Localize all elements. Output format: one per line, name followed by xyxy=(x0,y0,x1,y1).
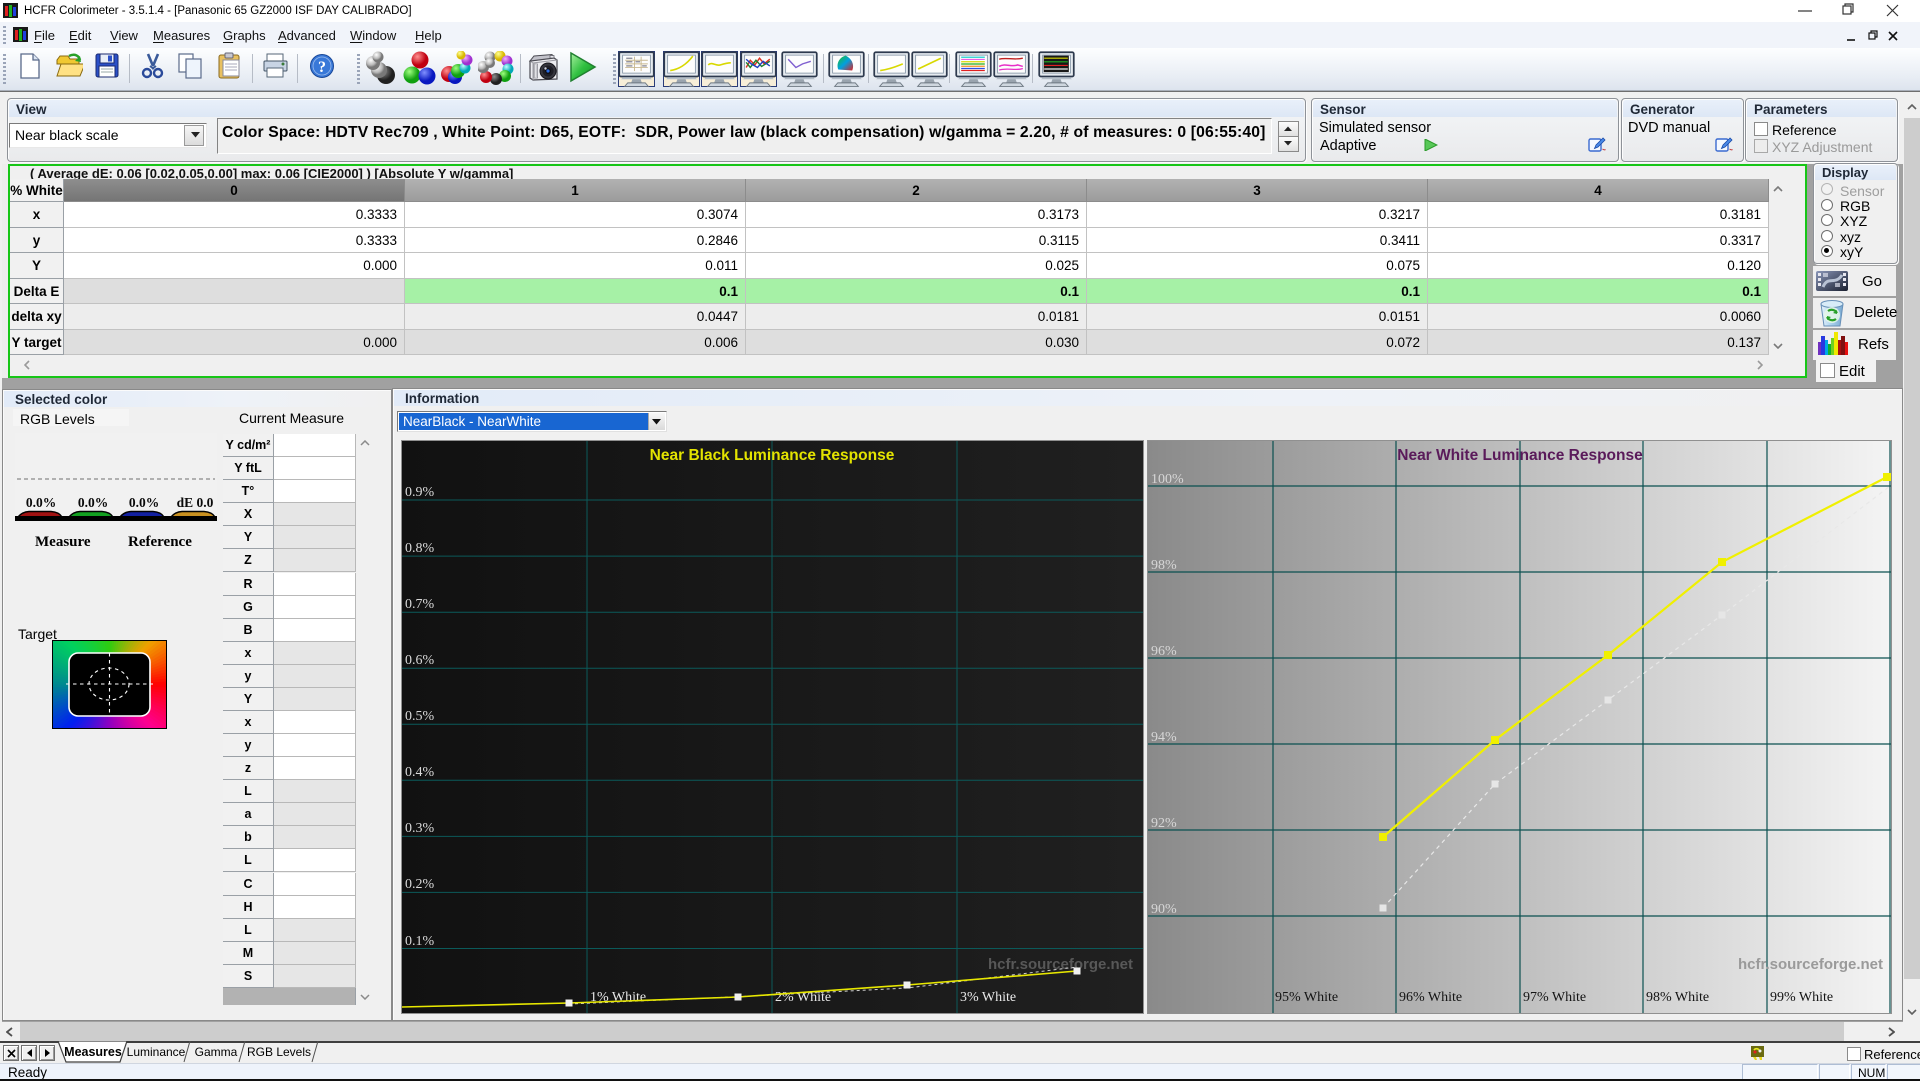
svg-text:98% White: 98% White xyxy=(1646,990,1709,1005)
svg-text:95% White: 95% White xyxy=(1275,990,1338,1005)
svg-text:?: ? xyxy=(318,59,326,76)
svg-text:3% White: 3% White xyxy=(960,990,1016,1005)
svg-text:0.7%: 0.7% xyxy=(405,597,435,612)
svg-text:0.6%: 0.6% xyxy=(405,653,435,668)
svg-text:Near White Luminance Response: Near White Luminance Response xyxy=(1397,447,1643,464)
svg-text:0.4%: 0.4% xyxy=(405,765,435,780)
svg-text:99% White: 99% White xyxy=(1770,990,1833,1005)
svg-text:100%: 100% xyxy=(1151,472,1184,487)
svg-text:0.0%: 0.0% xyxy=(129,495,159,510)
svg-text:0.8%: 0.8% xyxy=(405,541,435,556)
svg-text:0.5%: 0.5% xyxy=(405,709,435,724)
svg-text:92%: 92% xyxy=(1151,816,1177,831)
svg-text:Gamma: Gamma xyxy=(195,1045,238,1059)
svg-text:0.9%: 0.9% xyxy=(405,485,435,500)
svg-text:96% White: 96% White xyxy=(1399,990,1462,1005)
svg-text:94%: 94% xyxy=(1151,730,1177,745)
svg-text:Near Black Luminance Response: Near Black Luminance Response xyxy=(650,447,895,464)
svg-text:90%: 90% xyxy=(1151,902,1177,917)
svg-text:0.0%: 0.0% xyxy=(78,495,108,510)
svg-text:97% White: 97% White xyxy=(1523,990,1586,1005)
svg-text:0.1%: 0.1% xyxy=(405,934,435,949)
svg-text:0.0%: 0.0% xyxy=(26,495,56,510)
svg-text:dE 0.0: dE 0.0 xyxy=(177,495,214,510)
svg-text:RGB Levels: RGB Levels xyxy=(247,1045,311,1059)
svg-text:96%: 96% xyxy=(1151,644,1177,659)
svg-text:0.2%: 0.2% xyxy=(405,877,435,892)
svg-text:hcfr.sourceforge.net: hcfr.sourceforge.net xyxy=(988,956,1133,973)
svg-text:Luminance: Luminance xyxy=(127,1045,186,1059)
svg-text:Measures: Measures xyxy=(64,1045,122,1059)
svg-text:0.3%: 0.3% xyxy=(405,821,435,836)
svg-text:hcfr.sourceforge.net: hcfr.sourceforge.net xyxy=(1738,956,1883,973)
svg-text:98%: 98% xyxy=(1151,558,1177,573)
